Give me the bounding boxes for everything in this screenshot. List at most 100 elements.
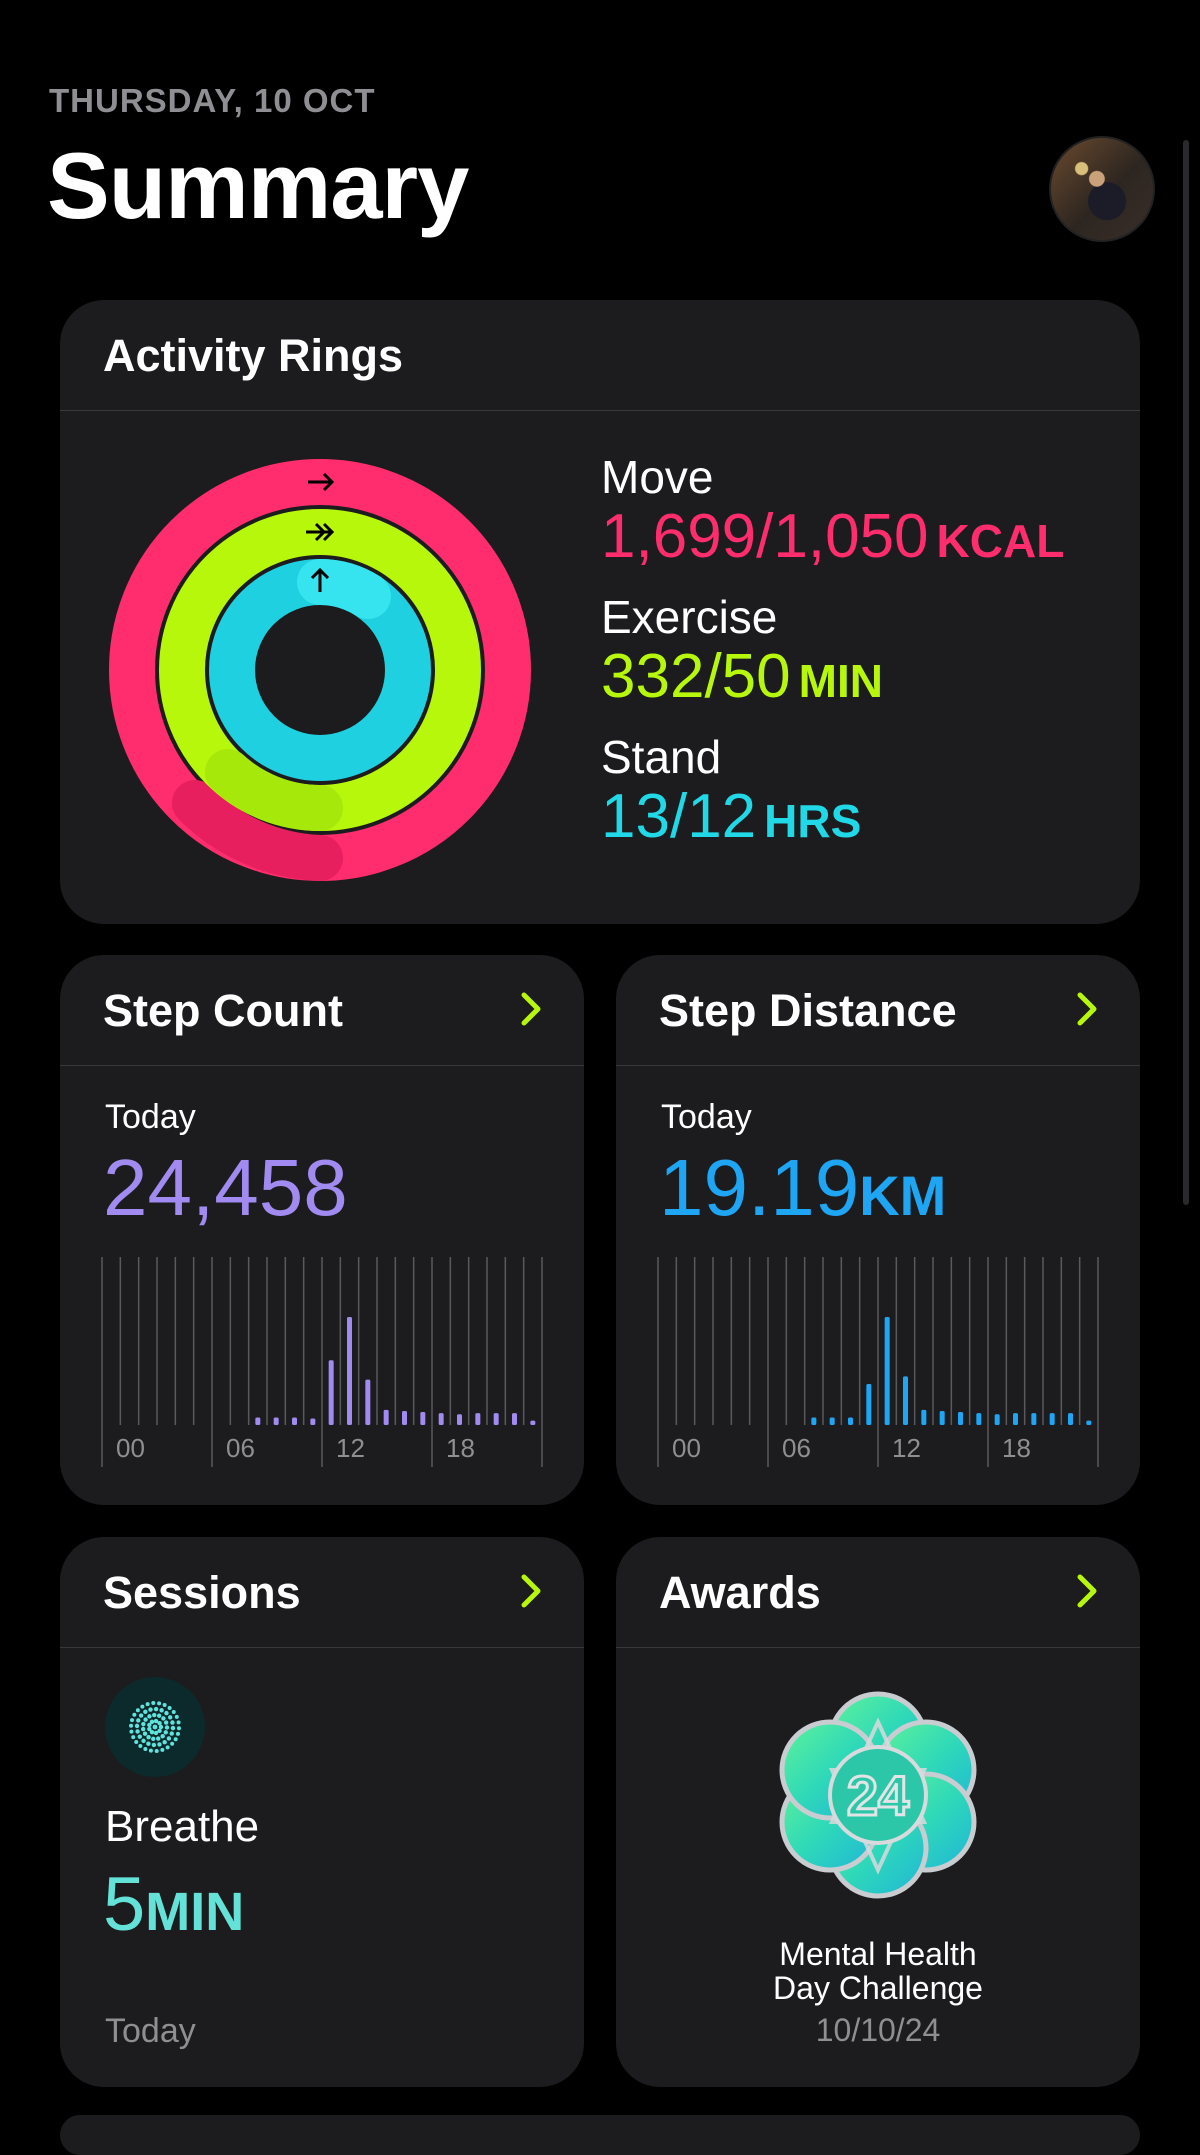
stand-unit: HRS xyxy=(764,795,862,847)
move-value-row: 1,699/1,050 KCAL xyxy=(601,504,1064,574)
step-distance-bar xyxy=(866,1383,872,1425)
breathe-dot xyxy=(165,1745,170,1750)
step-distance-bar xyxy=(994,1414,1000,1425)
chevron-right-icon[interactable] xyxy=(1072,1573,1102,1609)
awards-card[interactable]: Awards 24 Mental Health Day Challenge 10… xyxy=(616,1537,1140,2087)
breathe-dot xyxy=(157,1742,162,1747)
step-distance-bar xyxy=(921,1409,927,1425)
step-distance-bar xyxy=(1068,1413,1073,1425)
step-count-tick-label: 12 xyxy=(336,1433,365,1463)
breathe-dot xyxy=(142,1731,148,1736)
step-distance-bar xyxy=(939,1410,945,1425)
breathe-dot xyxy=(173,1737,178,1742)
breathe-dot xyxy=(157,1701,162,1706)
step-count-bar xyxy=(255,1417,261,1425)
chevron-right-icon[interactable] xyxy=(1072,991,1102,1027)
activity-rings-card[interactable]: Activity Rings Move 1,699/1,050 KCAL Exe… xyxy=(60,300,1140,924)
breathe-dot xyxy=(157,1720,162,1726)
page-title: Summary xyxy=(47,133,469,238)
step-distance-card[interactable]: Step Distance Today 19.19KM 00 06 12 18 xyxy=(616,955,1140,1505)
award-title: Mental Health Day Challenge xyxy=(616,1937,1140,2005)
scrollbar[interactable] xyxy=(1183,140,1189,1205)
breathe-dot xyxy=(140,1704,145,1709)
breathe-dot xyxy=(170,1720,175,1725)
session-value: 5 xyxy=(103,1862,146,1947)
step-count-tick-label: 06 xyxy=(226,1433,255,1463)
period-label: Today xyxy=(105,1098,196,1136)
award-badge-icon: 24 xyxy=(779,1691,977,1899)
step-count-bar xyxy=(365,1379,371,1425)
stand-value: 13/12 xyxy=(601,782,757,851)
exercise-value: 332/50 xyxy=(601,642,791,711)
breathe-dot xyxy=(153,1730,159,1736)
breathe-dot xyxy=(151,1701,156,1706)
stand-value-row: 13/12 HRS xyxy=(601,784,1064,854)
breathe-dot xyxy=(148,1707,153,1712)
breathe-dot xyxy=(167,1715,173,1720)
breathe-dot xyxy=(132,1712,137,1717)
step-count-value: 24,458 xyxy=(103,1143,348,1232)
step-distance-bar xyxy=(1086,1420,1092,1425)
activity-rings-chart xyxy=(109,459,531,881)
breathe-dot xyxy=(174,1714,179,1719)
exercise-value-row: 332/50 MIN xyxy=(601,644,1064,714)
step-distance-tick-label: 00 xyxy=(672,1433,701,1463)
breathe-dot xyxy=(143,1709,148,1715)
step-distance-bar xyxy=(811,1417,817,1425)
step-count-bar xyxy=(292,1417,297,1425)
step-count-bar xyxy=(475,1413,481,1425)
exercise-stat: Exercise 332/50 MIN xyxy=(601,590,1064,714)
breathe-dot xyxy=(151,1742,157,1748)
stand-ring-end xyxy=(297,558,391,619)
session-value-row: 5MIN xyxy=(103,1862,244,1955)
breathe-dot xyxy=(134,1739,139,1744)
step-distance-bar xyxy=(884,1317,890,1425)
chevron-right-icon[interactable] xyxy=(516,1573,546,1609)
breathe-dot xyxy=(140,1726,146,1732)
breathe-dot xyxy=(160,1747,165,1752)
sessions-card[interactable]: Sessions Breathe 5MIN Today xyxy=(60,1537,584,2087)
breathe-dot xyxy=(162,1739,167,1745)
session-date: Today xyxy=(105,2012,196,2050)
step-distance-bar xyxy=(903,1376,908,1425)
step-distance-bar xyxy=(976,1413,982,1425)
card-header: Awards xyxy=(616,1537,1140,1648)
stand-stat: Stand 13/12 HRS xyxy=(601,730,1064,854)
breathe-dot xyxy=(143,1746,148,1751)
breathe-dot xyxy=(134,1723,140,1729)
breathe-dot xyxy=(147,1714,152,1719)
breathe-dot xyxy=(159,1708,164,1713)
breathe-dot xyxy=(135,1708,140,1713)
avatar[interactable] xyxy=(1049,136,1155,242)
breathe-dot xyxy=(162,1703,167,1708)
breathe-dot xyxy=(163,1720,169,1725)
breathe-dot xyxy=(169,1731,174,1736)
badge-label: 24 xyxy=(847,1764,909,1827)
breathe-dot xyxy=(131,1735,136,1740)
move-value: 1,699/1,050 xyxy=(601,502,929,571)
breathe-dot xyxy=(129,1729,134,1734)
breathe-dot xyxy=(154,1748,159,1753)
next-card-peek[interactable] xyxy=(60,2115,1140,2155)
breathe-dot xyxy=(175,1731,180,1736)
breathe-dot xyxy=(151,1736,156,1742)
card-header: Step Count xyxy=(60,955,584,1066)
breathe-dot xyxy=(158,1724,164,1730)
breathe-dot xyxy=(156,1736,161,1741)
step-count-bar xyxy=(402,1410,407,1425)
move-label: Move xyxy=(601,451,714,503)
step-count-card[interactable]: Step Count Today 24,458 00 06 12 18 xyxy=(60,955,584,1505)
breathe-dot xyxy=(147,1726,152,1732)
chevron-right-icon[interactable] xyxy=(516,991,546,1027)
step-count-tick-label: 00 xyxy=(116,1433,145,1463)
breathe-dot xyxy=(167,1705,172,1710)
step-distance-bar xyxy=(1013,1413,1018,1425)
breathe-dot xyxy=(163,1730,168,1735)
card-title: Activity Rings xyxy=(103,330,404,381)
step-distance-bar xyxy=(1049,1413,1055,1425)
breathe-dot xyxy=(138,1744,143,1749)
step-count-bar xyxy=(420,1412,426,1425)
breathe-dot xyxy=(156,1713,162,1718)
breathe-dot xyxy=(176,1726,181,1731)
breathe-dot xyxy=(160,1734,165,1739)
